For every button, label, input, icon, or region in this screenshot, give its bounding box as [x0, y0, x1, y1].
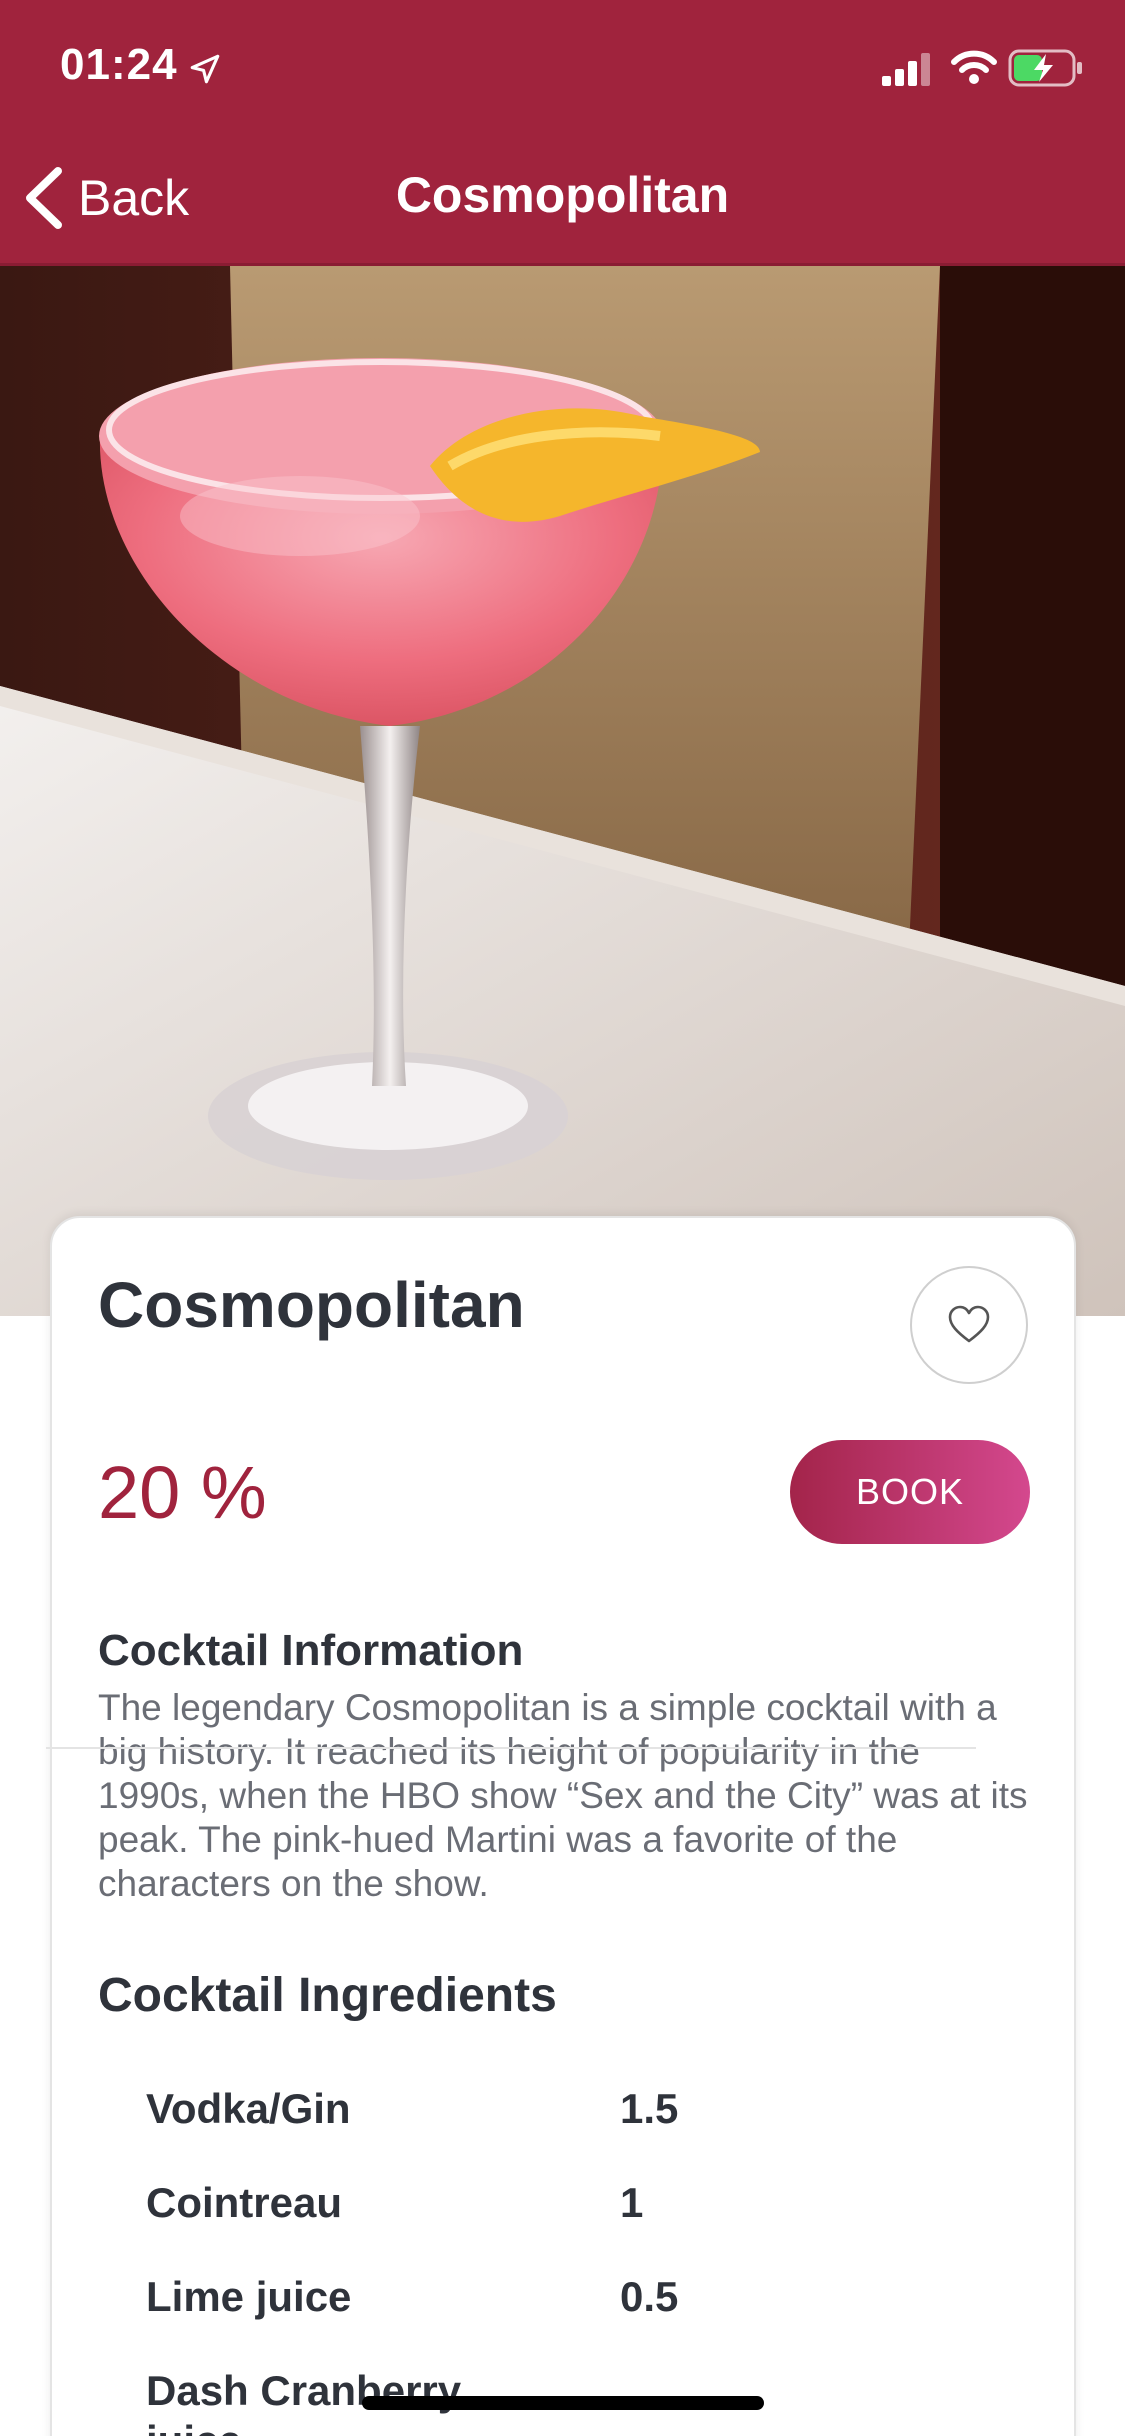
cocktail-detail-screen: 01:24 Back Cosmopolitan Cosmopolitan 20 …	[0, 0, 1125, 2436]
ingredient-quantity: 0.5	[620, 2273, 679, 2320]
favorite-button[interactable]	[910, 1266, 1028, 1384]
cellular-signal-icon	[882, 53, 930, 86]
cocktail-name: Cosmopolitan	[98, 1269, 525, 1341]
ingredient-row: Vodka/Gin 1.5	[146, 2084, 1026, 2178]
section-divider	[46, 1747, 976, 1749]
alcohol-percentage: 20 %	[98, 1451, 267, 1534]
info-heading: Cocktail Information	[98, 1626, 524, 1675]
status-time: 01:24	[60, 40, 178, 89]
cocktail-image-carousel[interactable]	[0, 266, 1125, 1316]
cocktail-photo	[0, 266, 1125, 1316]
ingredient-quantity: 1	[620, 2179, 644, 2226]
ingredient-quantity: 1.5	[620, 2085, 679, 2132]
wifi-icon	[951, 50, 997, 84]
info-description: The legendary Cosmopolitan is a simple c…	[98, 1687, 1028, 1904]
ingredients-heading: Cocktail Ingredients	[98, 1969, 557, 2022]
location-arrow-icon	[190, 54, 220, 84]
home-indicator[interactable]	[362, 2396, 764, 2410]
ingredient-name: Vodka/Gin	[146, 2085, 351, 2132]
battery-charging-icon	[1008, 49, 1082, 87]
page-title: Cosmopolitan	[395, 167, 730, 223]
ingredient-name: Lime juice	[146, 2273, 352, 2320]
heart-outline-icon	[948, 1305, 990, 1343]
book-button[interactable]: BOOK	[790, 1440, 1030, 1544]
ingredient-name: Cointreau	[146, 2179, 343, 2226]
ingredient-row: Lime juice 0.5	[146, 2272, 1026, 2366]
ingredient-row: Cointreau 1	[146, 2178, 1026, 2272]
ingredients-list: Vodka/Gin 1.5 Cointreau 1 Lime juice 0.5…	[146, 2084, 1026, 2436]
cocktail-info-card: Cosmopolitan 20 % BOOK Cocktail Informat…	[50, 1216, 1076, 2436]
nav-bar: 01:24 Back Cosmopolitan	[0, 0, 1125, 266]
